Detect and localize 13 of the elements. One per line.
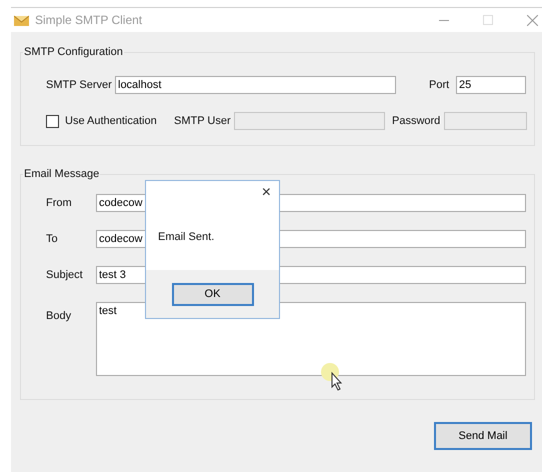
field-label: Password	[392, 115, 442, 127]
field-label: Port	[429, 79, 450, 91]
field-label: Subject	[46, 269, 84, 281]
field-label: Body	[46, 310, 72, 324]
group-title: Email Message	[23, 168, 100, 180]
field-label: SMTP Server	[46, 79, 113, 91]
checkbox-label: Use Authentication	[65, 115, 158, 127]
group-title: SMTP Configuration	[23, 46, 124, 58]
dialog-message: Email Sent.	[158, 231, 216, 243]
field-label: SMTP User	[174, 115, 232, 127]
field-label: From	[46, 197, 73, 209]
window-title: Simple SMTP Client	[35, 13, 142, 27]
field-label: To	[46, 233, 59, 245]
